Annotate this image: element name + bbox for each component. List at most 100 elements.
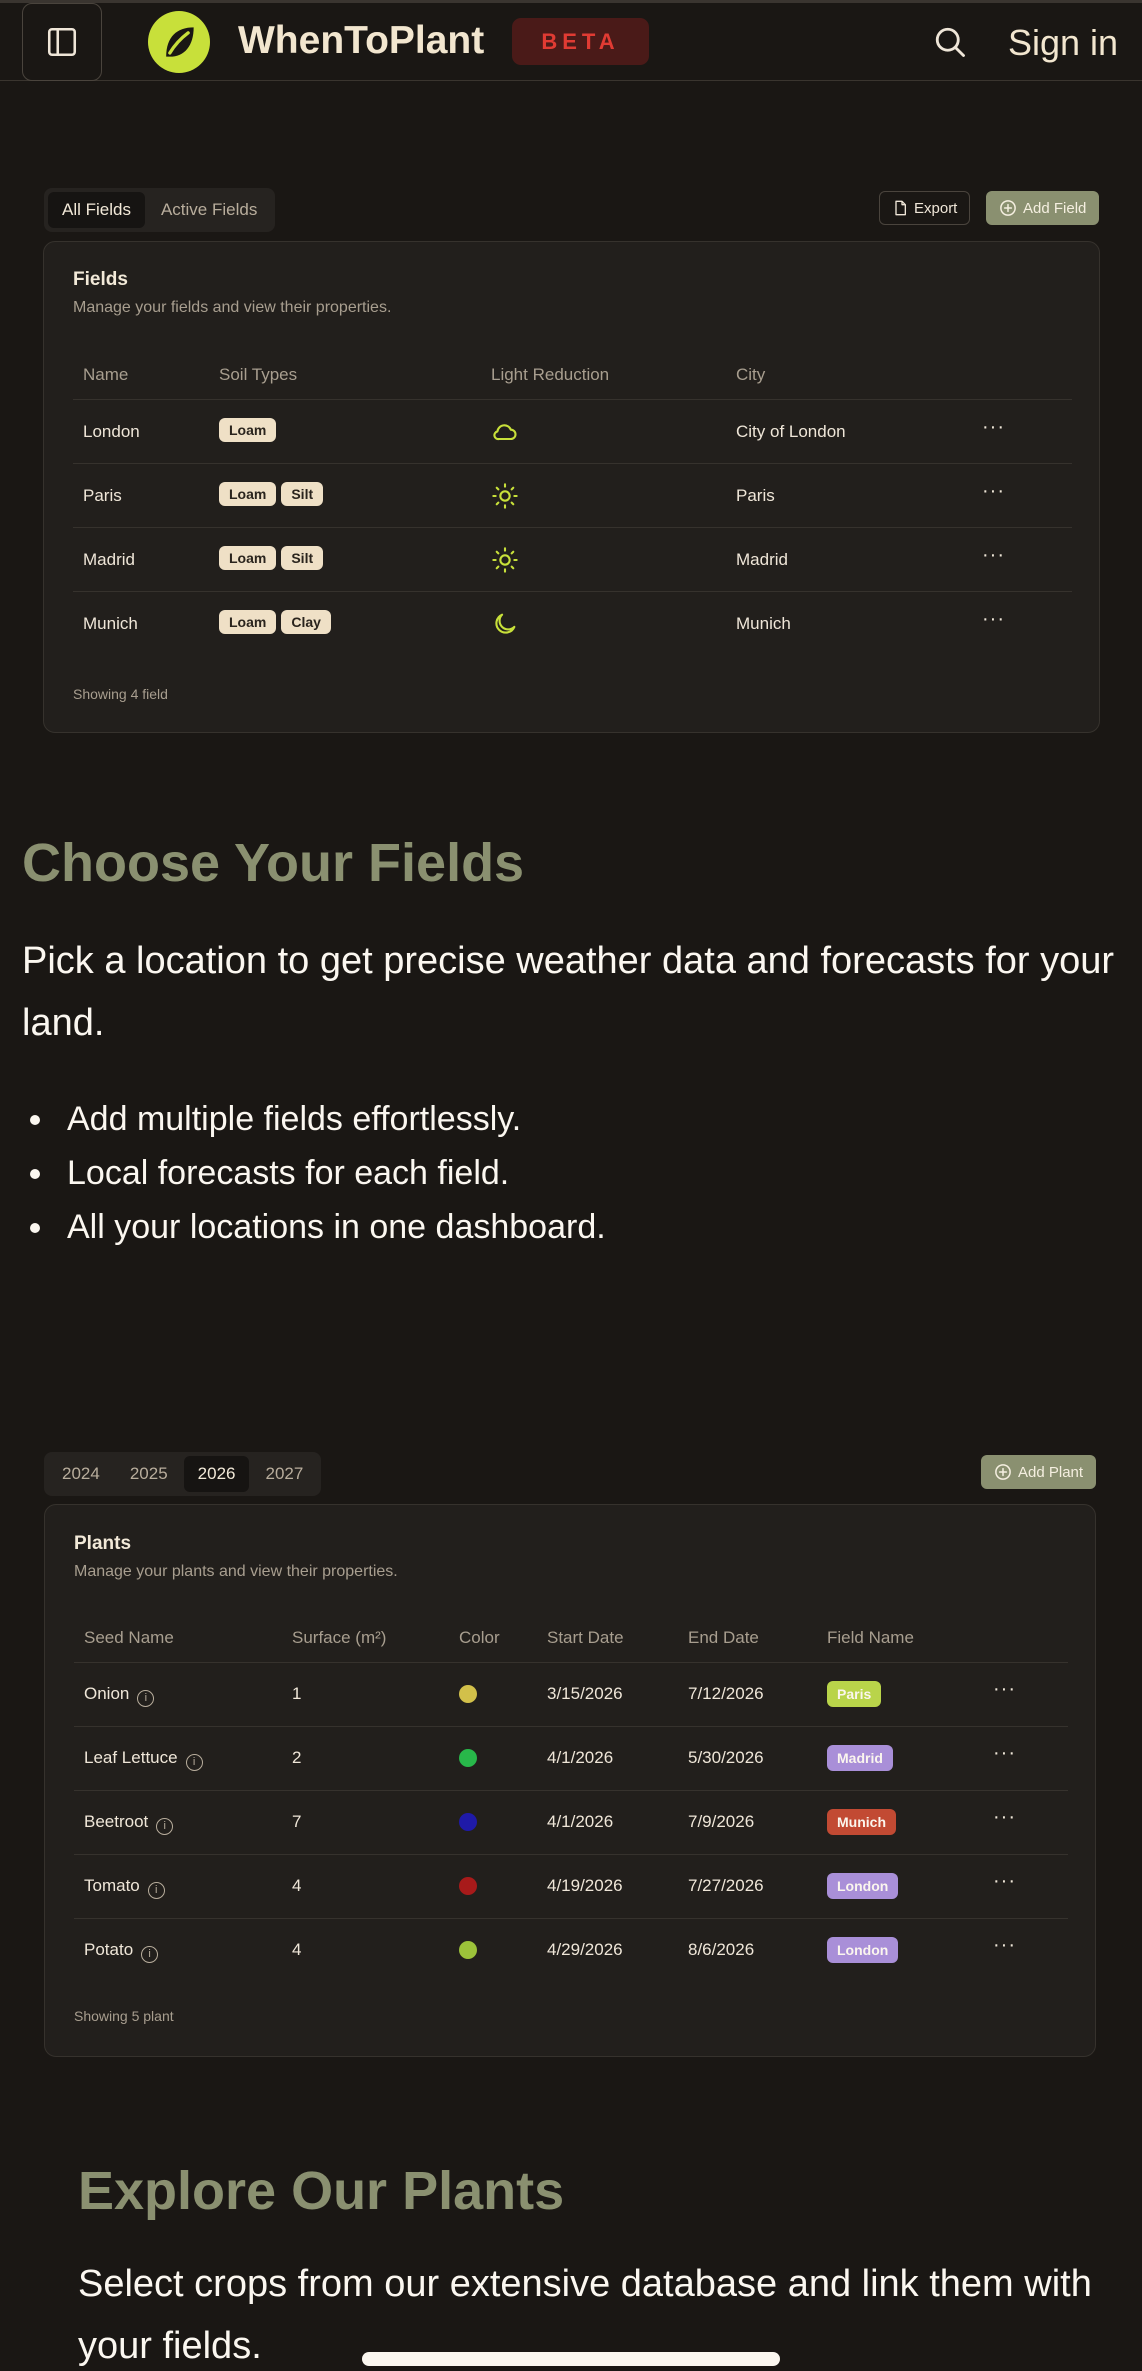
search-icon[interactable] (932, 24, 968, 60)
plants-count: Showing 5 plant (74, 2008, 174, 2024)
plant-field-tag: London (827, 1937, 899, 1963)
seed-name-text: Tomato (84, 1876, 140, 1895)
soil-chip: Loam (219, 418, 277, 442)
tab-year-2024[interactable]: 2024 (48, 1456, 114, 1492)
info-icon[interactable]: i (156, 1818, 174, 1835)
plant-field-tag: London (827, 1873, 899, 1899)
info-icon[interactable]: i (137, 1690, 155, 1707)
seed-name-text: Onion (84, 1684, 130, 1703)
plant-color-dot (459, 1813, 477, 1831)
info-icon[interactable]: i (141, 1946, 159, 1963)
fields-card-title: Fields (73, 269, 128, 290)
field-name-munich: Munich (83, 614, 138, 633)
sign-in-link[interactable]: Sign in (1008, 22, 1118, 64)
row-actions-button[interactable]: ··· (993, 1870, 1016, 1893)
add-plant-label: Add Plant (1018, 1463, 1084, 1481)
row-divider (74, 1726, 1068, 1727)
plant-color-dot (459, 1685, 477, 1703)
column-header-color: Color (459, 1628, 500, 1647)
row-actions-button[interactable]: ··· (982, 544, 1005, 567)
plant-seed-name: Beetroot i (84, 1812, 174, 1835)
plant-seed-name: Potato i (84, 1940, 159, 1963)
plant-end-date: 8/6/2026 (688, 1940, 755, 1959)
brand-name[interactable]: WhenToPlant (238, 19, 484, 63)
row-divider (74, 1918, 1068, 1919)
column-header-city: City (736, 365, 766, 384)
field-city: Paris (736, 486, 775, 505)
tab-all-fields[interactable]: All Fields (48, 192, 145, 228)
plants-card: Plants Manage your plants and view their… (44, 1504, 1096, 2057)
row-actions-button[interactable]: ··· (993, 1806, 1016, 1829)
tab-active-fields[interactable]: Active Fields (147, 192, 271, 228)
add-plant-button[interactable]: Add Plant (981, 1455, 1097, 1489)
leaf-logo-icon[interactable] (148, 11, 210, 73)
column-header-field-name: Field Name (827, 1628, 914, 1647)
soil-chips: Loam Clay (219, 610, 336, 634)
row-actions-button[interactable]: ··· (982, 480, 1005, 503)
app-header: WhenToPlant BETA Sign in (0, 3, 1142, 81)
row-divider (74, 1854, 1068, 1855)
row-actions-button[interactable]: ··· (982, 608, 1005, 631)
row-actions-button[interactable]: ··· (982, 416, 1005, 439)
bullet-item: All your locations in one dashboard. (22, 1200, 606, 1254)
add-field-button[interactable]: Add Field (986, 191, 1100, 225)
column-header-name: Name (83, 365, 129, 384)
info-icon[interactable]: i (185, 1754, 203, 1771)
plant-end-date: 7/9/2026 (688, 1812, 755, 1831)
fields-count: Showing 4 field (73, 686, 168, 702)
field-name-london: London (83, 422, 140, 441)
moon-icon (495, 613, 516, 634)
soil-chips: Loam Silt (219, 546, 328, 570)
plant-end-date: 5/30/2026 (688, 1748, 764, 1767)
plants-card-title: Plants (74, 1533, 132, 1554)
plant-start-date: 4/29/2026 (547, 1940, 623, 1959)
sidebar-toggle-button[interactable] (22, 3, 102, 81)
column-header-light-reduction: Light Reduction (491, 365, 610, 384)
plant-start-date: 4/19/2026 (547, 1876, 623, 1895)
plant-start-date: 4/1/2026 (547, 1748, 614, 1767)
seed-name-text: Leaf Lettuce (84, 1748, 178, 1767)
plant-color-dot (459, 1749, 477, 1767)
field-name-paris: Paris (83, 486, 122, 505)
column-header-soil-types: Soil Types (219, 365, 298, 384)
sidebar-icon (47, 27, 77, 57)
bullet-item: Add multiple fields effortlessly. (22, 1092, 606, 1146)
soil-chip: Loam (219, 546, 277, 570)
soil-chip: Silt (281, 482, 324, 506)
row-divider (74, 1790, 1068, 1791)
tab-year-2026[interactable]: 2026 (183, 1456, 250, 1492)
choose-bullets: Add multiple fields effortlessly. Local … (22, 1092, 606, 1254)
row-divider (73, 591, 1072, 592)
export-button[interactable]: Export (879, 191, 971, 225)
beta-badge: BETA (512, 18, 649, 65)
file-icon (895, 200, 906, 216)
year-tabs: 2024 2025 2026 2027 (44, 1452, 322, 1496)
sun-icon (492, 483, 518, 509)
plant-end-date: 7/12/2026 (688, 1684, 764, 1703)
row-actions-button[interactable]: ··· (993, 1934, 1016, 1957)
plus-circle-icon (1000, 200, 1016, 216)
seed-name-text: Potato (84, 1940, 134, 1959)
column-header-end-date: End Date (688, 1628, 759, 1647)
soil-chip: Silt (281, 546, 324, 570)
tab-year-2027[interactable]: 2027 (251, 1456, 317, 1492)
row-actions-button[interactable]: ··· (993, 1742, 1016, 1765)
tab-year-2025[interactable]: 2025 (116, 1456, 182, 1492)
plus-circle-icon (995, 1464, 1011, 1480)
row-actions-button[interactable]: ··· (993, 1678, 1016, 1701)
explore-heading: Explore Our Plants (78, 2161, 565, 2221)
field-city: Madrid (736, 550, 788, 569)
plants-card-subtitle: Manage your plants and view their proper… (74, 1563, 398, 1580)
plant-color-dot (459, 1877, 477, 1895)
plant-start-date: 4/1/2026 (547, 1812, 614, 1831)
soil-chips: Loam (219, 418, 281, 442)
row-divider (73, 463, 1072, 464)
cloud-icon (493, 424, 517, 441)
info-icon[interactable]: i (147, 1882, 165, 1899)
choose-heading: Choose Your Fields (22, 833, 525, 893)
plant-surface: 2 (292, 1748, 302, 1767)
header-divider (73, 399, 1072, 400)
export-label: Export (914, 199, 958, 217)
plant-field-tag: Munich (827, 1809, 896, 1835)
horizontal-scrollbar[interactable] (362, 2352, 780, 2366)
